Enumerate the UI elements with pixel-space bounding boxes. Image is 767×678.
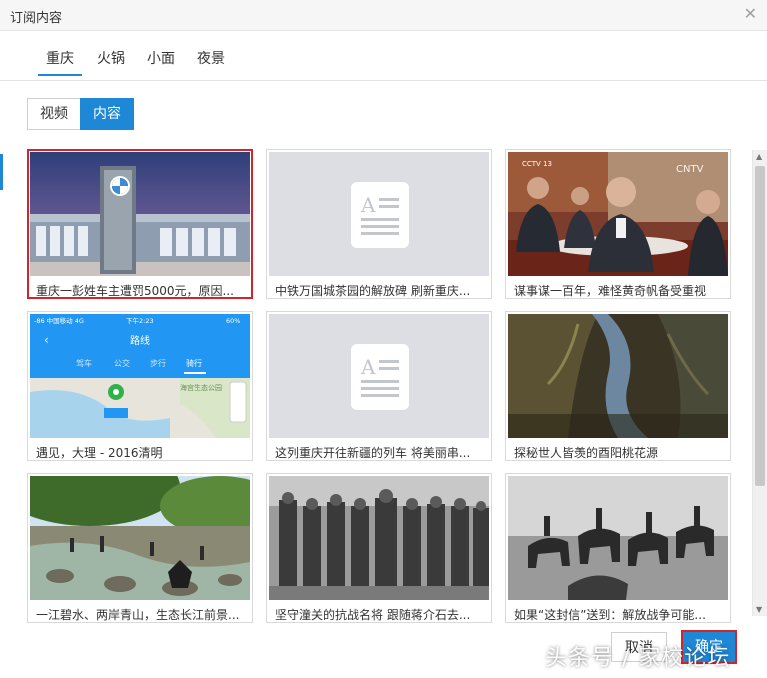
tab-chongqing[interactable]: 重庆	[46, 48, 74, 68]
svg-text:路线: 路线	[130, 334, 150, 347]
card-thumbnail: CNTV CCTV 13	[508, 152, 728, 276]
card-caption: 重庆一彭姓车主遭罚5000元，原因...	[36, 284, 234, 298]
svg-text:‹: ‹	[44, 333, 49, 347]
svg-text:-86 中国移动 4G: -86 中国移动 4G	[34, 316, 84, 325]
scroll-up-icon[interactable]: ▲	[756, 152, 762, 161]
card-caption: 坚守潼关的抗战名将 跟随蒋介石去...	[275, 608, 471, 622]
content-card[interactable]: CNTV CCTV 13 谋事谋一百年，难怪黄奇帆备受重视	[505, 149, 731, 299]
card-thumbnail	[269, 476, 489, 600]
card-caption: 一江碧水、两岸青山，生态长江前景...	[36, 608, 240, 622]
card-thumbnail	[508, 314, 728, 438]
content-card[interactable]: 如果“这封信”送到：解放战争可能...	[505, 473, 731, 623]
card-thumbnail	[30, 476, 250, 600]
svg-text:公交: 公交	[114, 358, 130, 368]
svg-text:A: A	[360, 193, 376, 217]
svg-text:下午2:23: 下午2:23	[126, 316, 154, 325]
card-caption: 遇见，大理 - 2016清明	[36, 446, 163, 460]
content-card[interactable]: A 这列重庆开往新疆的列车 将美丽串...	[266, 311, 492, 461]
svg-text:驾车: 驾车	[76, 358, 92, 368]
left-edge-marker	[0, 154, 3, 190]
card-caption: 谋事谋一百年，难怪黄奇帆备受重视	[514, 284, 707, 298]
tab-noodles[interactable]: 小面	[147, 48, 175, 68]
dialog-titlebar: 订阅内容 ✕	[0, 0, 767, 31]
content-card[interactable]: 坚守潼关的抗战名将 跟随蒋介石去...	[266, 473, 492, 623]
card-thumbnail: -86 中国移动 4G 下午2:23 60% ‹ 路线 驾车 公交 步行 骑行 …	[30, 314, 250, 438]
toggle-video[interactable]: 视频	[27, 98, 80, 130]
card-thumbnail	[508, 476, 728, 600]
watermark-text: 头条号 / 家校论坛	[545, 646, 731, 671]
card-caption: 这列重庆开往新疆的列车 将美丽串...	[275, 446, 471, 460]
content-card[interactable]: A 中铁万国城茶园的解放碑 刷新重庆...	[266, 149, 492, 299]
svg-text:海宫生态公园: 海宫生态公园	[180, 383, 222, 392]
content-type-toggle: 视频 内容	[27, 98, 134, 130]
card-thumbnail: A	[269, 152, 489, 276]
scroll-thumb[interactable]	[755, 166, 765, 486]
svg-text:步行: 步行	[150, 358, 166, 368]
grid-scrollbar[interactable]: ▲ ▼	[752, 150, 767, 616]
dialog-title: 订阅内容	[10, 11, 63, 26]
category-tabs: 重庆 火锅 小面 夜景	[0, 30, 767, 81]
card-caption: 探秘世人皆羡的酉阳桃花源	[514, 446, 659, 460]
card-thumbnail: A	[269, 314, 489, 438]
content-card[interactable]: 重庆一彭姓车主遭罚5000元，原因...	[27, 149, 253, 299]
tab-nightview[interactable]: 夜景	[197, 48, 225, 68]
tv-logo: CNTV	[676, 164, 704, 175]
content-card[interactable]: 探秘世人皆羡的酉阳桃花源	[505, 311, 731, 461]
content-card[interactable]: -86 中国移动 4G 下午2:23 60% ‹ 路线 驾车 公交 步行 骑行 …	[27, 311, 253, 461]
svg-text:60%: 60%	[226, 317, 240, 325]
svg-text:A: A	[360, 355, 376, 379]
tab-hotpot[interactable]: 火锅	[97, 48, 125, 68]
svg-text:骑行: 骑行	[186, 358, 202, 368]
close-icon[interactable]: ✕	[744, 4, 757, 23]
card-caption: 如果“这封信”送到：解放战争可能...	[514, 608, 706, 622]
active-tab-indicator	[38, 74, 82, 76]
content-card[interactable]: 一江碧水、两岸青山，生态长江前景...	[27, 473, 253, 623]
tv-channel-logo: CCTV 13	[522, 160, 552, 168]
card-caption: 中铁万国城茶园的解放碑 刷新重庆...	[275, 284, 471, 298]
card-thumbnail	[30, 152, 250, 276]
scroll-down-icon[interactable]: ▼	[756, 605, 762, 614]
toggle-content[interactable]: 内容	[80, 98, 134, 130]
